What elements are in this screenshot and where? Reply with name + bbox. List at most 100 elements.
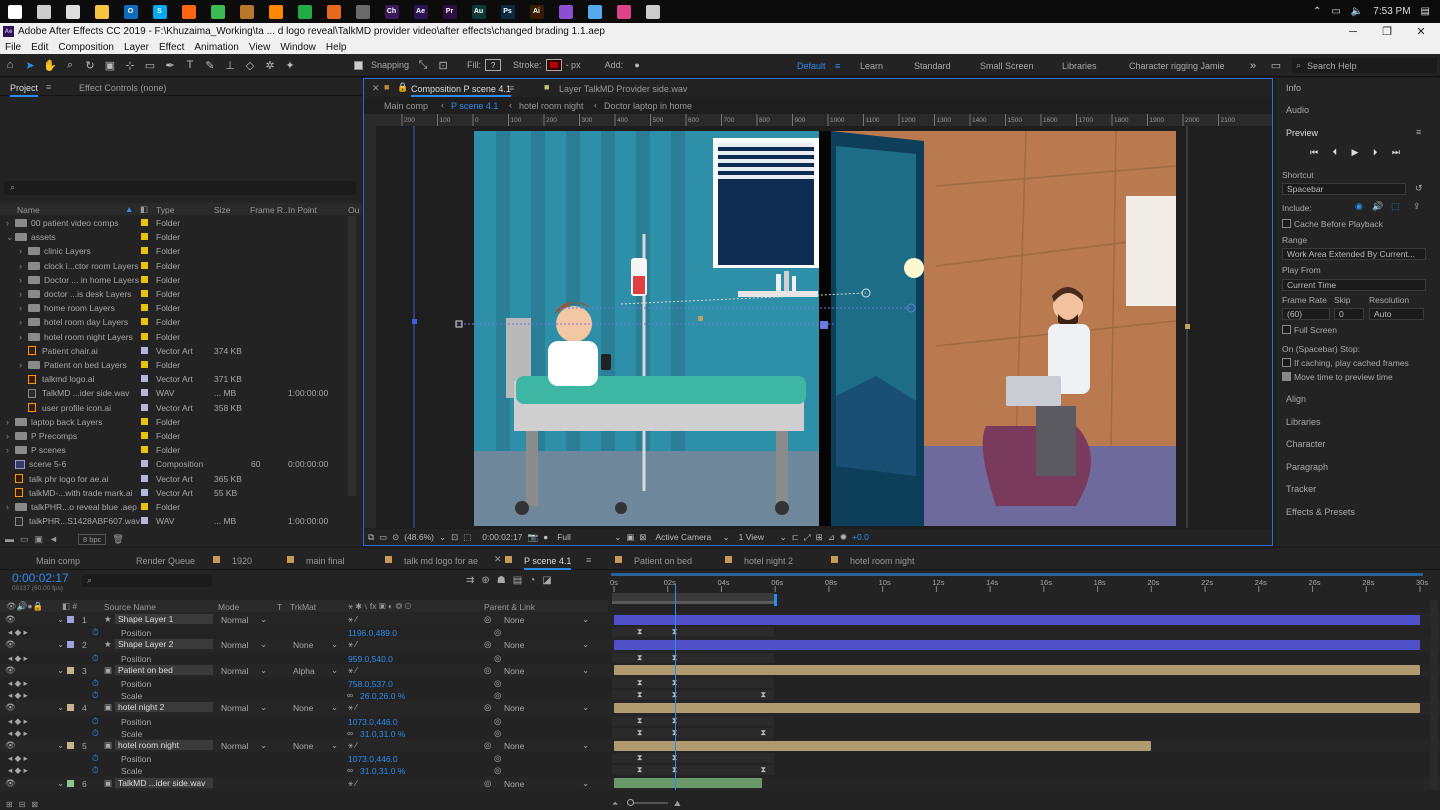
- layer-row[interactable]: 👁 ⌄ 1 ★ Shape Layer 1 Normal ⌄ ⚹ ∕ ◎ None ⌄: [0, 613, 1440, 627]
- project-item[interactable]: user profile icon.ai Vector Art 358 KB: [0, 401, 345, 415]
- property-row[interactable]: ◂ ◆ ▸⏱Position1073.0,446.0◎⧗⧗: [0, 715, 1440, 727]
- move-time-checkbox[interactable]: [1282, 372, 1291, 381]
- file-explorer-icon[interactable]: [94, 4, 109, 19]
- composition-canvas[interactable]: [376, 126, 1272, 528]
- layer-name[interactable]: Patient on bed: [115, 664, 213, 675]
- project-item[interactable]: talkmd logo.ai Vector Art 371 KB: [0, 372, 345, 386]
- label-swatch[interactable]: [141, 261, 148, 269]
- property-value[interactable]: 758.0,537.0: [348, 679, 393, 689]
- workspace-small-screen[interactable]: Small Screen: [980, 61, 1034, 71]
- chevron-down-icon[interactable]: ⌄: [331, 740, 338, 751]
- constrain-proportions-icon[interactable]: ∞: [347, 728, 353, 738]
- brush-tool-icon[interactable]: ✎: [202, 57, 219, 74]
- skype-icon[interactable]: S: [152, 4, 167, 19]
- property-row[interactable]: ◂ ◆ ▸⏱Position1196.0,489.0◎⧗⧗: [0, 626, 1440, 638]
- label-swatch[interactable]: [141, 446, 148, 454]
- layer-name[interactable]: Shape Layer 2: [115, 639, 213, 650]
- mode-dropdown[interactable]: Normal: [221, 703, 248, 713]
- include-audio-icon[interactable]: 🔊: [1372, 201, 1383, 212]
- pickwhip-icon[interactable]: ◎: [494, 765, 501, 776]
- parent-dropdown[interactable]: None: [504, 741, 524, 751]
- include-video-icon[interactable]: ◉: [1355, 201, 1363, 212]
- timeline-current-time[interactable]: 0:00:02:17: [12, 571, 69, 585]
- chevron-down-icon[interactable]: ⌄: [260, 665, 267, 676]
- minimize-button[interactable]: ─: [1336, 23, 1370, 40]
- project-item[interactable]: › laptop back Layers Folder: [0, 415, 345, 429]
- property-row[interactable]: ◂ ◆ ▸⏱Position758.0,537.0◎⧗⧗: [0, 677, 1440, 689]
- layer-row[interactable]: 👁 ⌄ 4 ▣ hotel night 2 Normal ⌄ None ⌄ ⚹ ∕ ◎ None ⌄: [0, 701, 1440, 715]
- region-icon[interactable]: ⬚: [463, 532, 471, 543]
- render-icon[interactable]: ◄: [49, 534, 58, 544]
- chevron-right-icon[interactable]: ›: [19, 332, 28, 342]
- chevron-down-icon[interactable]: ⌄: [780, 532, 787, 543]
- stopwatch-icon[interactable]: ⏱: [92, 627, 99, 638]
- pen-app-icon[interactable]: [558, 4, 573, 19]
- play-from-dropdown[interactable]: Current Time: [1282, 279, 1426, 291]
- timeline-tab[interactable]: hotel night 2: [744, 556, 793, 566]
- label-swatch[interactable]: [141, 275, 148, 283]
- first-frame-icon[interactable]: ⏮: [1310, 147, 1318, 159]
- timeline-tab[interactable]: P scene 4.1: [524, 556, 572, 570]
- network-icon[interactable]: ▭: [1331, 6, 1340, 17]
- label-swatch[interactable]: [141, 488, 148, 496]
- col-type[interactable]: Type: [156, 205, 174, 215]
- project-item[interactable]: Patient chair.ai Vector Art 374 KB: [0, 344, 345, 358]
- label-col-icon[interactable]: ◧: [140, 204, 148, 215]
- expand-chevron-icon[interactable]: ⌄: [57, 665, 64, 676]
- new-folder-icon[interactable]: ▭: [20, 534, 29, 545]
- col-size[interactable]: Size: [214, 205, 231, 215]
- layer-duration-bar[interactable]: [614, 639, 1420, 650]
- col-in-point[interactable]: In Point: [288, 205, 317, 215]
- new-composition-icon[interactable]: ▣: [35, 534, 44, 545]
- label-swatch[interactable]: [67, 704, 74, 712]
- play-icon[interactable]: ▶: [1352, 147, 1359, 159]
- expand-chevron-icon[interactable]: ⌄: [57, 639, 64, 650]
- ink-icon[interactable]: [587, 4, 602, 19]
- panel-align[interactable]: Align: [1286, 394, 1306, 404]
- trash-icon[interactable]: 🗑: [112, 534, 123, 545]
- pickwhip-icon[interactable]: ◎: [494, 716, 501, 727]
- timeline-icon[interactable]: ⊞: [816, 532, 823, 543]
- sort-arrow-icon[interactable]: ▲: [125, 204, 133, 214]
- stopwatch-icon[interactable]: ⏱: [92, 678, 99, 689]
- label-swatch[interactable]: [141, 474, 148, 482]
- chevron-down-icon[interactable]: ⌄: [614, 532, 621, 543]
- project-item[interactable]: › talkPHR...o reveal blue .aep Folder: [0, 500, 345, 514]
- pickwhip-icon[interactable]: ◎: [484, 702, 491, 713]
- graph-editor-icon[interactable]: ◪: [542, 575, 551, 586]
- keyframe-icon[interactable]: ⧗: [637, 690, 643, 700]
- stopwatch-icon[interactable]: ⏱: [92, 690, 99, 701]
- chevron-down-icon[interactable]: ⌄: [582, 665, 589, 676]
- workspace-learn[interactable]: Learn: [860, 61, 883, 71]
- property-value[interactable]: 1196.0,489.0: [348, 628, 397, 638]
- stopwatch-icon[interactable]: ⏱: [92, 765, 99, 776]
- label-swatch[interactable]: [141, 517, 148, 525]
- timeline-tab[interactable]: Render Queue: [136, 556, 195, 566]
- chevron-down-icon[interactable]: ⌄: [6, 232, 15, 243]
- layer-duration-bar[interactable]: [614, 665, 1420, 676]
- timeline-tab[interactable]: Patient on bed: [634, 556, 692, 566]
- col-source-name[interactable]: Source Name: [104, 602, 156, 612]
- timeline-tab[interactable]: 1920: [232, 556, 252, 566]
- chevron-right-icon[interactable]: ›: [6, 431, 15, 441]
- timeline-tab[interactable]: talk md logo for ae: [404, 556, 478, 566]
- more-workspaces-icon[interactable]: »: [1245, 57, 1262, 74]
- task-view-icon[interactable]: [36, 4, 51, 19]
- workspace-default[interactable]: Default: [797, 61, 826, 71]
- pickwhip-icon[interactable]: ◎: [494, 690, 501, 701]
- layer-switches-icon[interactable]: ⚹ ∕: [348, 778, 357, 789]
- shy-icon[interactable]: ☗: [497, 575, 506, 586]
- cache-before-playback-checkbox[interactable]: [1282, 219, 1291, 228]
- layer-duration-bar[interactable]: [614, 740, 1152, 751]
- pickwhip-icon[interactable]: ◎: [484, 740, 491, 751]
- zoom-slider[interactable]: [628, 802, 668, 804]
- current-time-indicator[interactable]: [675, 584, 676, 790]
- col-name[interactable]: Name: [17, 205, 40, 215]
- label-swatch[interactable]: [141, 460, 148, 468]
- chevron-down-icon[interactable]: ⌄: [582, 614, 589, 625]
- tab-effect-controls[interactable]: Effect Controls (none): [79, 83, 166, 93]
- panel-menu-icon[interactable]: ≡: [46, 82, 51, 92]
- workspace-libraries[interactable]: Libraries: [1062, 61, 1097, 71]
- full-screen-checkbox[interactable]: [1282, 325, 1291, 334]
- chevron-down-icon[interactable]: ⌄: [582, 740, 589, 751]
